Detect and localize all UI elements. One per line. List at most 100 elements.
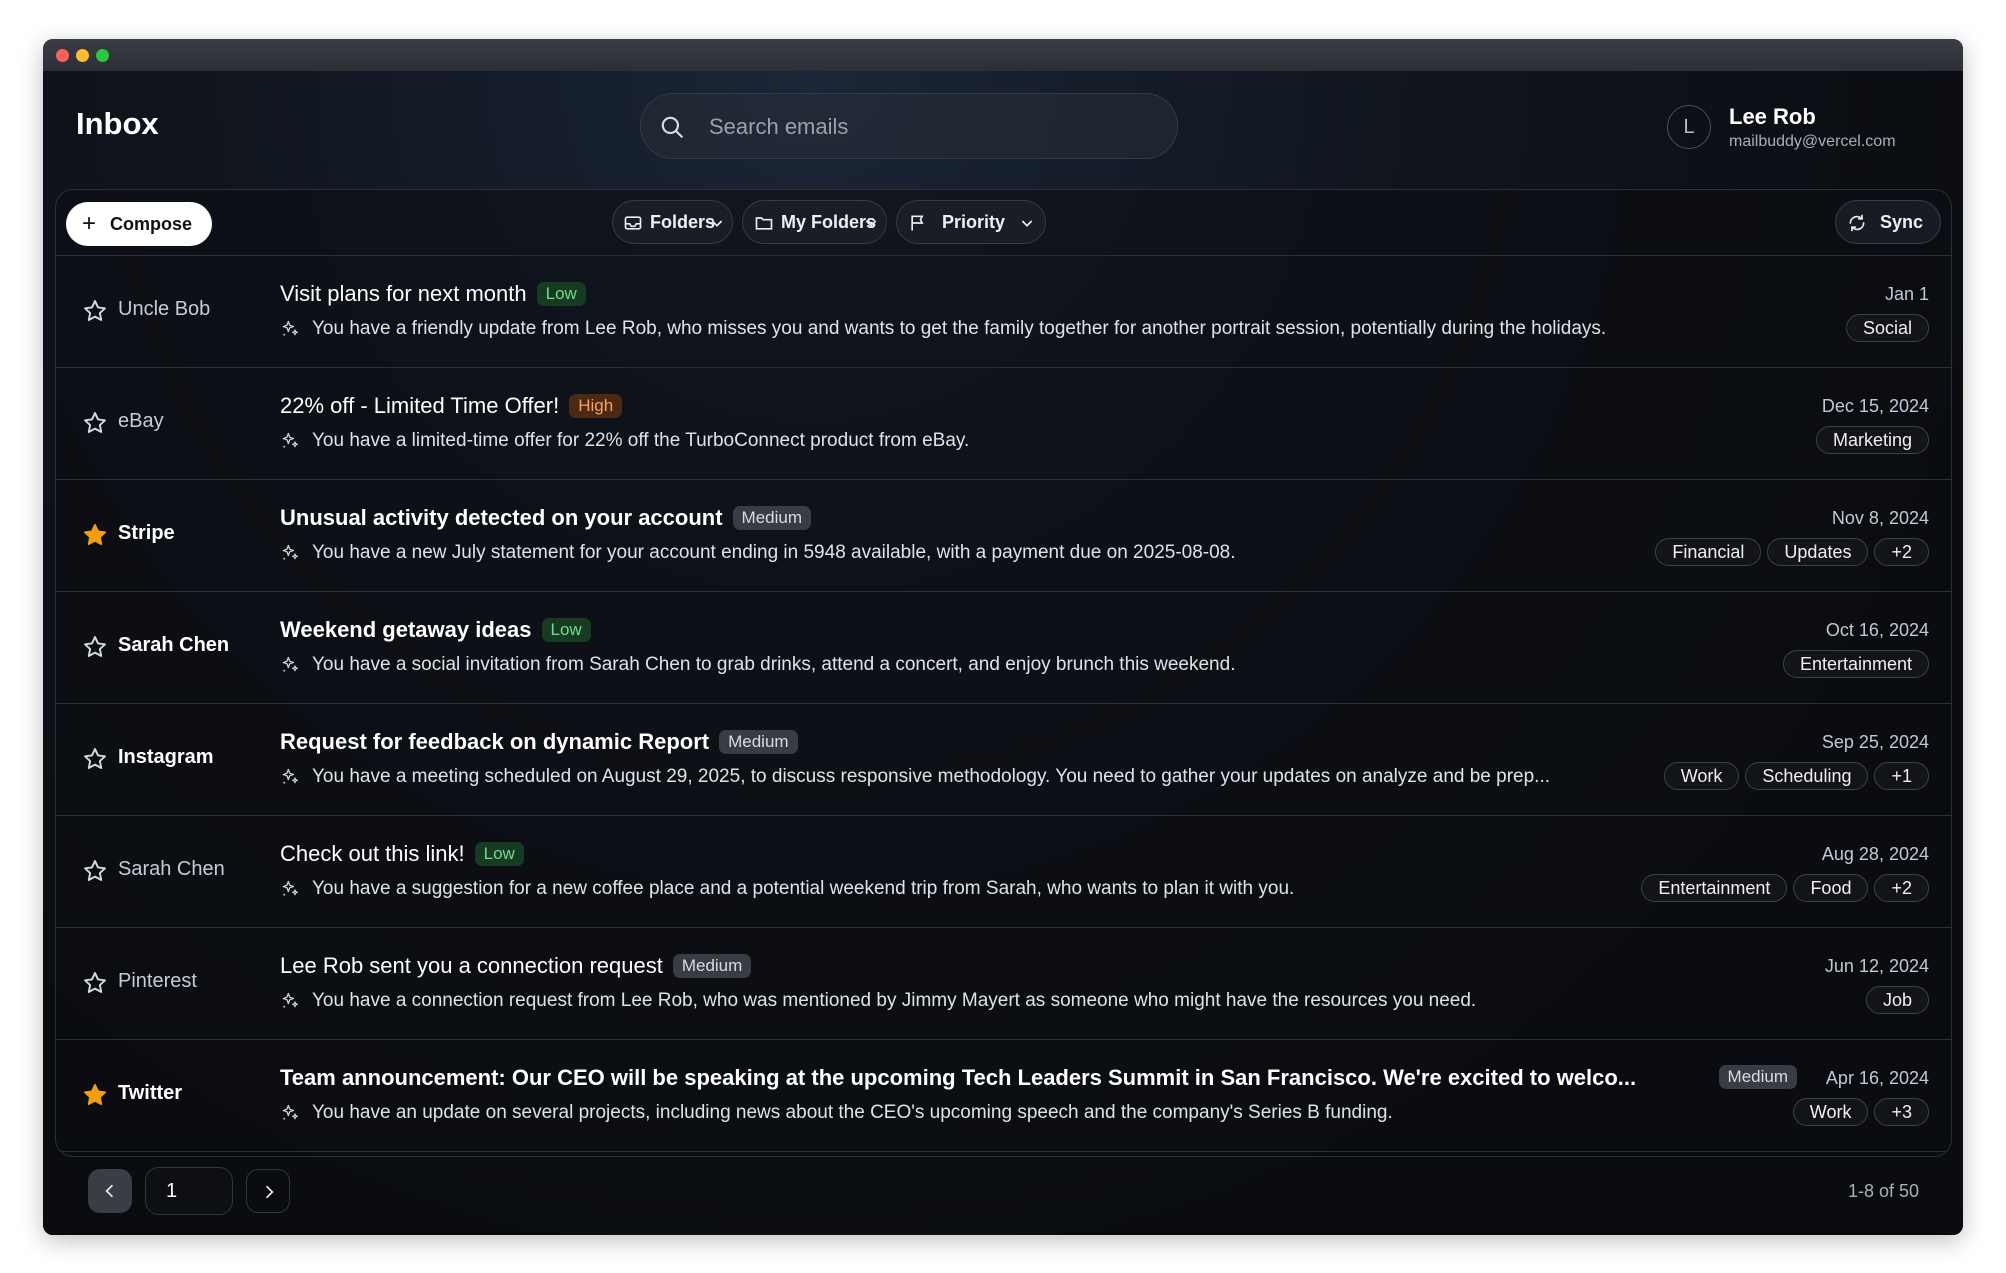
star-filled-icon[interactable] <box>82 522 108 548</box>
email-subject: Request for feedback on dynamic Report <box>280 729 710 754</box>
tag-chip[interactable]: +3 <box>1874 1098 1929 1126</box>
sparkles-icon <box>282 320 299 337</box>
priority-dropdown[interactable]: Priority <box>896 200 1046 244</box>
tag-chip[interactable]: Food <box>1793 874 1869 902</box>
email-summary: You have a friendly update from Lee Rob,… <box>312 318 1607 339</box>
tag-chip[interactable]: Updates <box>1767 538 1869 566</box>
tag-chip[interactable]: Entertainment <box>1782 650 1929 678</box>
sparkles-icon <box>282 432 299 449</box>
tag-chip[interactable]: +2 <box>1874 538 1929 566</box>
avatar[interactable]: L <box>1667 105 1711 149</box>
app-window: Inbox L Lee Rob mailbuddy@vercel.com + C… <box>43 39 1963 1235</box>
tag-list: Financial Updates +2 <box>1649 538 1929 566</box>
star-icon[interactable] <box>82 634 108 660</box>
my-folders-dropdown[interactable]: My Folders <box>742 200 887 244</box>
folders-label: Folders <box>650 212 716 232</box>
email-summary: You have a new July statement for your a… <box>312 542 1236 563</box>
tag-chip[interactable]: Work <box>1663 762 1740 790</box>
email-row[interactable]: Instagram Request for feedback on dynamic… <box>56 704 1951 816</box>
email-row[interactable]: Sarah Chen Weekend getaway ideas Low You ha… <box>56 592 1951 704</box>
maximize-window-button[interactable] <box>96 49 109 62</box>
page-title: Inbox <box>76 106 159 141</box>
search-input[interactable] <box>707 108 1151 146</box>
tag-chip[interactable]: Marketing <box>1815 426 1929 454</box>
priority-badge: Medium <box>719 730 798 754</box>
email-date: Oct 16, 2024 <box>1825 620 1929 640</box>
priority-badge: High <box>569 394 623 418</box>
star-icon[interactable] <box>82 970 108 996</box>
sparkles-icon <box>282 656 299 673</box>
inbox-icon <box>624 216 642 230</box>
tag-chip[interactable]: Work <box>1792 1098 1869 1126</box>
compose-label: Compose <box>110 214 193 234</box>
chevron-down-icon <box>711 220 723 227</box>
toolbar: + Compose Folders My Folders Priority Sy… <box>56 190 1951 256</box>
priority-label: Priority <box>942 212 1006 232</box>
chevron-right-icon <box>265 1185 274 1199</box>
refresh-icon <box>1849 214 1865 232</box>
star-icon[interactable] <box>82 858 108 884</box>
tag-list: Entertainment Food +2 <box>1635 874 1929 902</box>
flag-icon <box>911 215 924 231</box>
email-date: Nov 8, 2024 <box>1831 508 1929 528</box>
minimize-window-button[interactable] <box>76 49 89 62</box>
tag-chip[interactable]: Scheduling <box>1745 762 1869 790</box>
mail-list-panel: + Compose Folders My Folders Priority Sy… <box>55 189 1952 1157</box>
subject-line: 22% off - Limited Time Offer! High <box>280 393 623 423</box>
close-window-button[interactable] <box>56 49 69 62</box>
star-icon[interactable] <box>82 746 108 772</box>
tag-chip[interactable]: +2 <box>1874 874 1929 902</box>
email-summary: You have a connection request from Lee R… <box>312 990 1477 1011</box>
email-sender: Uncle Bob <box>118 298 211 320</box>
tag-list: Social <box>1840 314 1929 342</box>
star-icon[interactable] <box>82 298 108 324</box>
tag-list: Marketing <box>1810 426 1929 454</box>
sync-button[interactable]: Sync <box>1835 200 1941 244</box>
compose-button[interactable]: + Compose <box>66 202 212 246</box>
tag-list: Entertainment <box>1777 650 1929 678</box>
email-sender: Instagram <box>118 746 214 768</box>
email-sender: eBay <box>118 410 164 432</box>
email-row[interactable]: Sarah Chen Check out this link! Low You hav… <box>56 816 1951 928</box>
star-filled-icon[interactable] <box>82 1082 108 1108</box>
email-row[interactable]: Twitter Team announcement: Our CEO will b… <box>56 1040 1951 1152</box>
chevron-left-icon <box>105 1184 114 1198</box>
user-email: mailbuddy@vercel.com <box>1729 133 1896 150</box>
email-date: Dec 15, 2024 <box>1821 396 1929 416</box>
subject-line: Request for feedback on dynamic Report Me… <box>280 729 798 759</box>
email-sender: Pinterest <box>118 970 197 992</box>
next-page-button[interactable] <box>246 1169 290 1213</box>
priority-badge: Medium <box>1718 1065 1797 1089</box>
star-icon[interactable] <box>82 410 108 436</box>
page-number-input[interactable]: 1 <box>145 1167 233 1215</box>
chevron-down-icon <box>865 220 877 227</box>
search-box[interactable] <box>640 93 1178 159</box>
previous-page-button[interactable] <box>88 1169 132 1213</box>
email-date: Sep 25, 2024 <box>1821 732 1929 752</box>
tag-chip[interactable]: Financial <box>1655 538 1762 566</box>
email-subject: Visit plans for next month <box>280 281 527 306</box>
email-summary: You have a social invitation from Sarah … <box>312 654 1236 675</box>
email-date: Jun 12, 2024 <box>1824 956 1929 976</box>
tag-chip[interactable]: +1 <box>1874 762 1929 790</box>
email-sender: Stripe <box>118 522 175 544</box>
email-row[interactable]: Uncle Bob Visit plans for next month Low Yo… <box>56 256 1951 368</box>
my-folders-label: My Folders <box>781 212 877 232</box>
title-bar <box>43 39 1963 71</box>
folders-dropdown[interactable]: Folders <box>612 200 733 244</box>
tag-chip[interactable]: Job <box>1865 986 1929 1014</box>
summary-line: You have a limited-time offer for 22% of… <box>280 430 969 452</box>
email-row[interactable]: eBay 22% off - Limited Time Offer! High You… <box>56 368 1951 480</box>
summary-line: You have a meeting scheduled on August 2… <box>280 766 1550 788</box>
email-subject: Team announcement: Our CEO will be speak… <box>280 1065 1637 1090</box>
email-row[interactable]: Stripe Unusual activity detected on your … <box>56 480 1951 592</box>
priority-badge: Low <box>541 618 591 642</box>
tag-chip[interactable]: Social <box>1845 314 1929 342</box>
subject-line: Weekend getaway ideas Low <box>280 617 591 647</box>
tag-list: Work +3 <box>1787 1098 1929 1126</box>
email-row[interactable]: Pinterest Lee Rob sent you a connection r… <box>56 928 1951 1040</box>
email-sender: Twitter <box>118 1082 183 1104</box>
tag-chip[interactable]: Entertainment <box>1641 874 1788 902</box>
priority-badge: Medium <box>672 954 752 978</box>
header: Inbox L Lee Rob mailbuddy@vercel.com <box>43 71 1963 187</box>
